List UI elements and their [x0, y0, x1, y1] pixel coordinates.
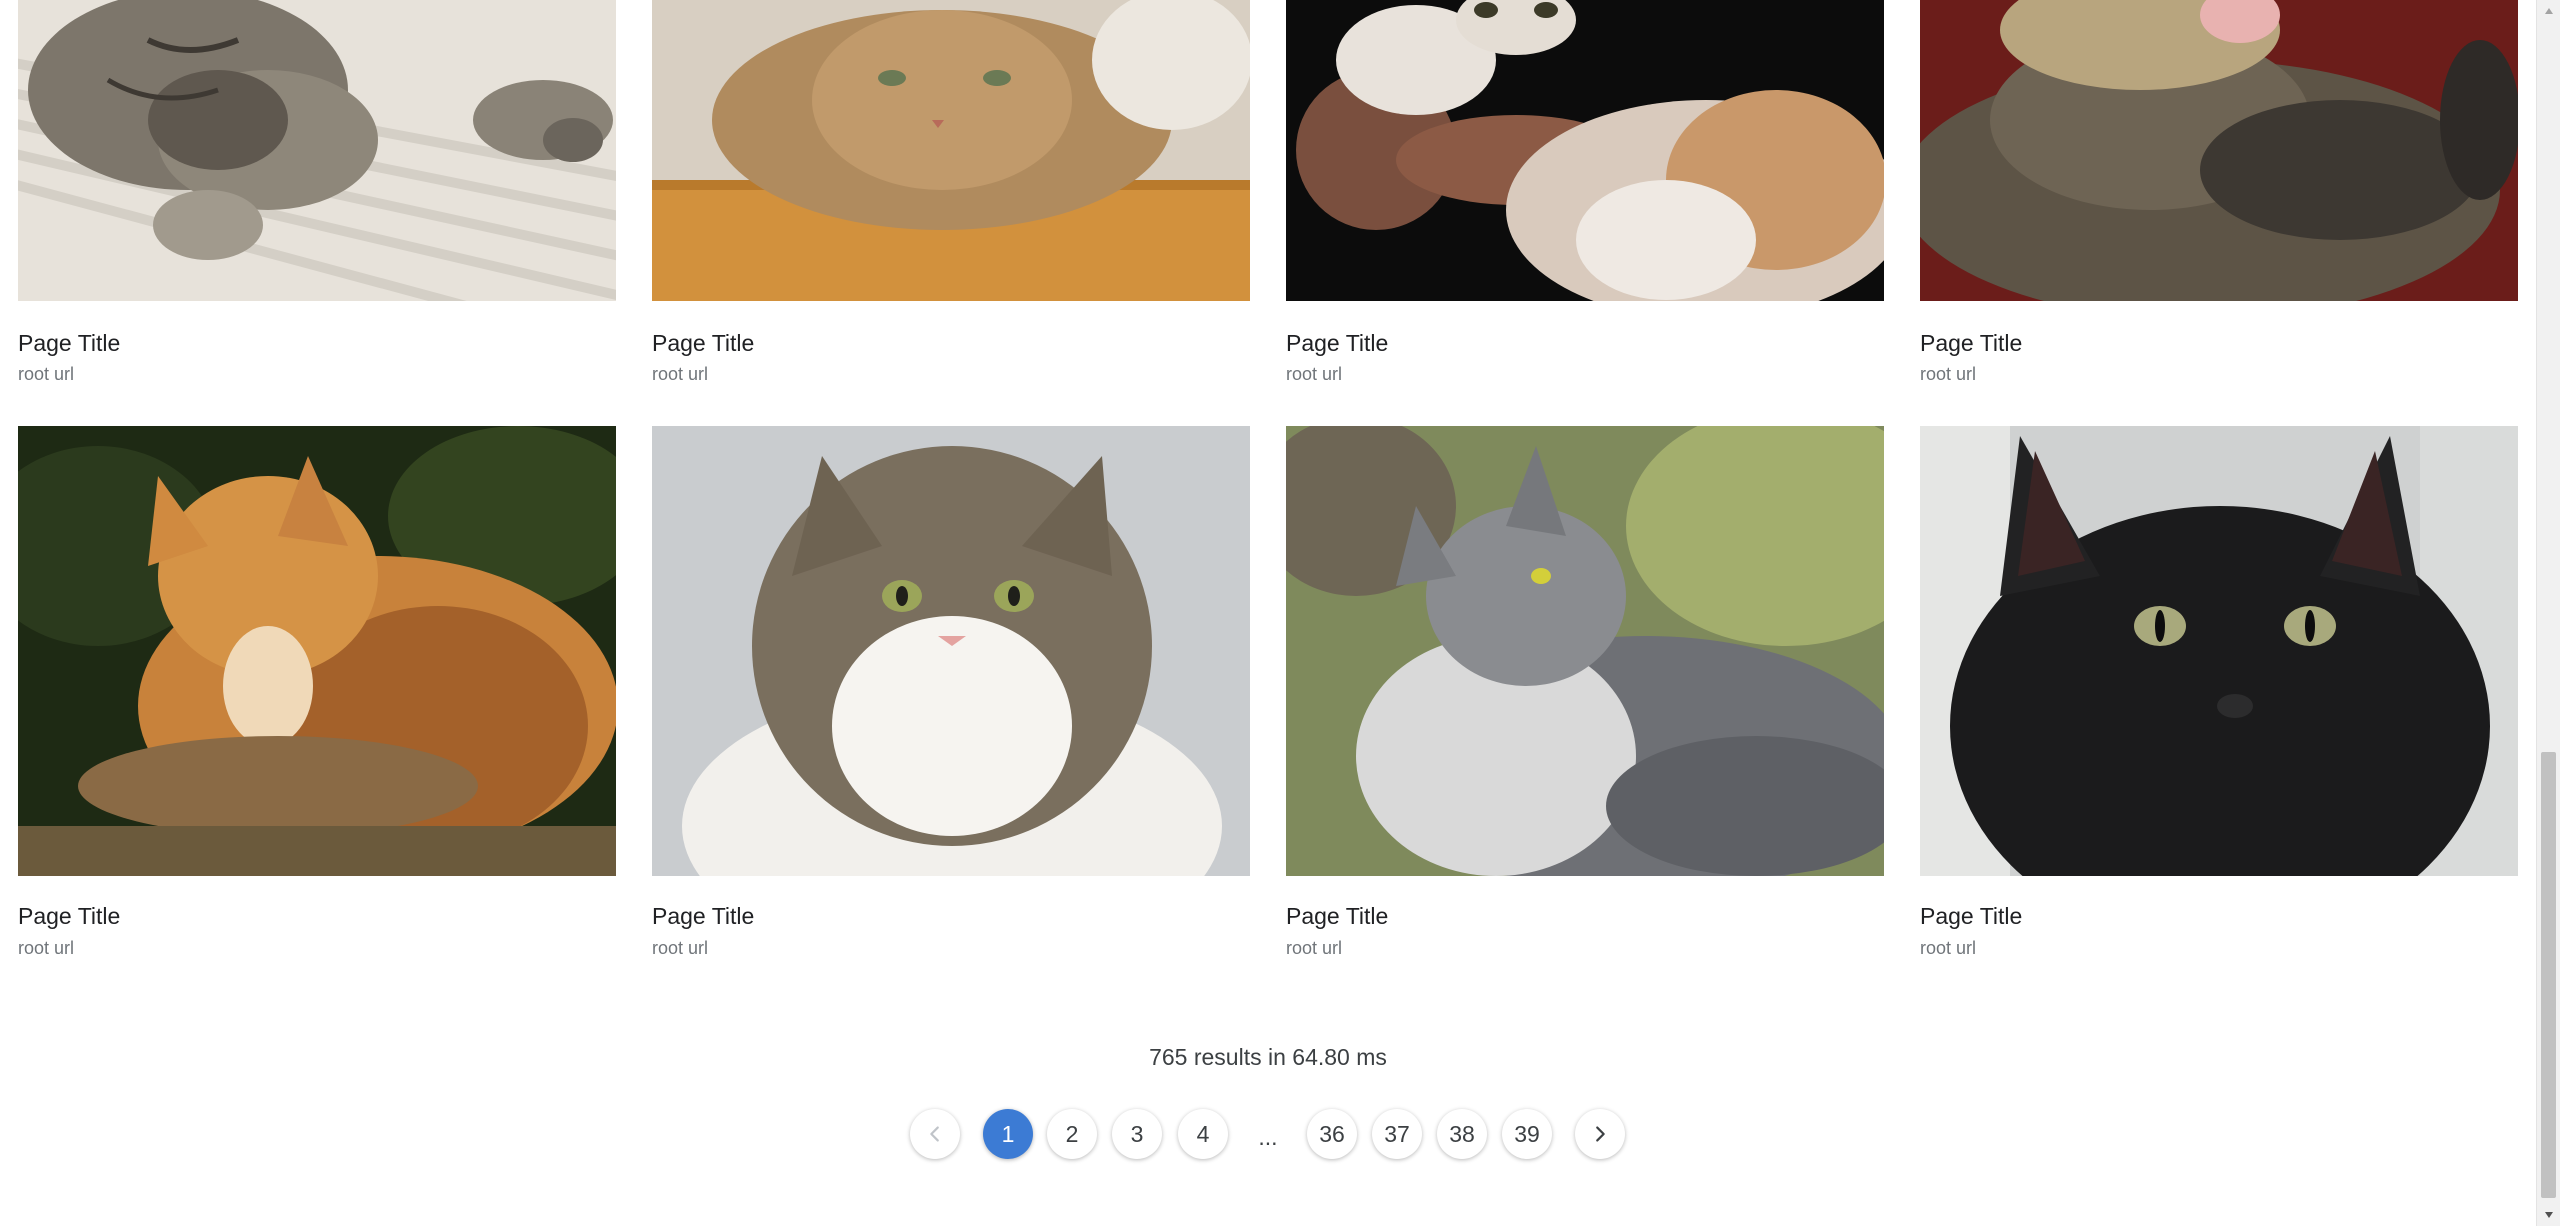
result-url: root url	[652, 938, 709, 958]
search-results-page: Page Title root url Page Title root url …	[0, 0, 2560, 1226]
pagination: 1 2 3 4 ... 36 37 38 39	[0, 1109, 2536, 1161]
result-url: root url	[1920, 938, 1977, 958]
page-button-1[interactable]: 1	[983, 1109, 1033, 1159]
result-title[interactable]: Page Title	[652, 329, 754, 357]
chevron-right-icon	[1596, 1126, 1605, 1142]
result-url: root url	[1286, 364, 1343, 384]
pagination-ellipsis: ...	[1258, 1124, 1278, 1150]
result-title[interactable]: Page Title	[1920, 902, 2022, 930]
scroll-down-arrow-icon[interactable]	[2537, 1204, 2560, 1226]
results-content: Page Title root url Page Title root url …	[0, 0, 2536, 1226]
result-thumbnail-orange-grooming[interactable]	[18, 426, 616, 876]
result-title[interactable]: Page Title	[18, 329, 120, 357]
results-summary: 765 results in 64.80 ms	[1149, 1044, 1387, 1070]
page-button-37[interactable]: 37	[1372, 1109, 1422, 1159]
page-button-4[interactable]: 4	[1178, 1109, 1228, 1159]
result-thumbnail-cat-playing-hand[interactable]	[1286, 0, 1884, 301]
result-thumbnail-fluffy-ginger[interactable]	[652, 0, 1250, 301]
page-button-38[interactable]: 38	[1437, 1109, 1487, 1159]
page-button-3[interactable]: 3	[1112, 1109, 1162, 1159]
result-thumbnail-cat-yawning[interactable]	[1920, 0, 2518, 301]
result-thumbnail-black-cat[interactable]	[1920, 426, 2518, 876]
page-button-2[interactable]: 2	[1047, 1109, 1097, 1159]
result-url: root url	[18, 938, 75, 958]
page-button-36[interactable]: 36	[1307, 1109, 1357, 1159]
result-thumbnail-norwegian-forest[interactable]	[652, 426, 1250, 876]
page-button-39[interactable]: 39	[1502, 1109, 1552, 1159]
result-url: root url	[1920, 364, 1977, 384]
scrollbar-thumb[interactable]	[2541, 752, 2556, 1198]
result-thumbnail-grey-longhair[interactable]	[1286, 426, 1884, 876]
chevron-left-icon	[930, 1126, 939, 1142]
prev-page-button[interactable]	[910, 1109, 960, 1159]
result-url: root url	[1286, 938, 1343, 958]
result-thumbnail-sleeping-tabby[interactable]	[18, 0, 616, 301]
next-page-button[interactable]	[1575, 1109, 1625, 1159]
result-url: root url	[18, 364, 75, 384]
result-title[interactable]: Page Title	[1286, 329, 1388, 357]
result-title[interactable]: Page Title	[18, 902, 120, 930]
scroll-up-arrow-icon[interactable]	[2537, 0, 2560, 22]
vertical-scrollbar[interactable]	[2536, 0, 2560, 1226]
result-title[interactable]: Page Title	[1920, 329, 2022, 357]
result-title[interactable]: Page Title	[652, 902, 754, 930]
result-title[interactable]: Page Title	[1286, 902, 1388, 930]
result-url: root url	[652, 364, 709, 384]
